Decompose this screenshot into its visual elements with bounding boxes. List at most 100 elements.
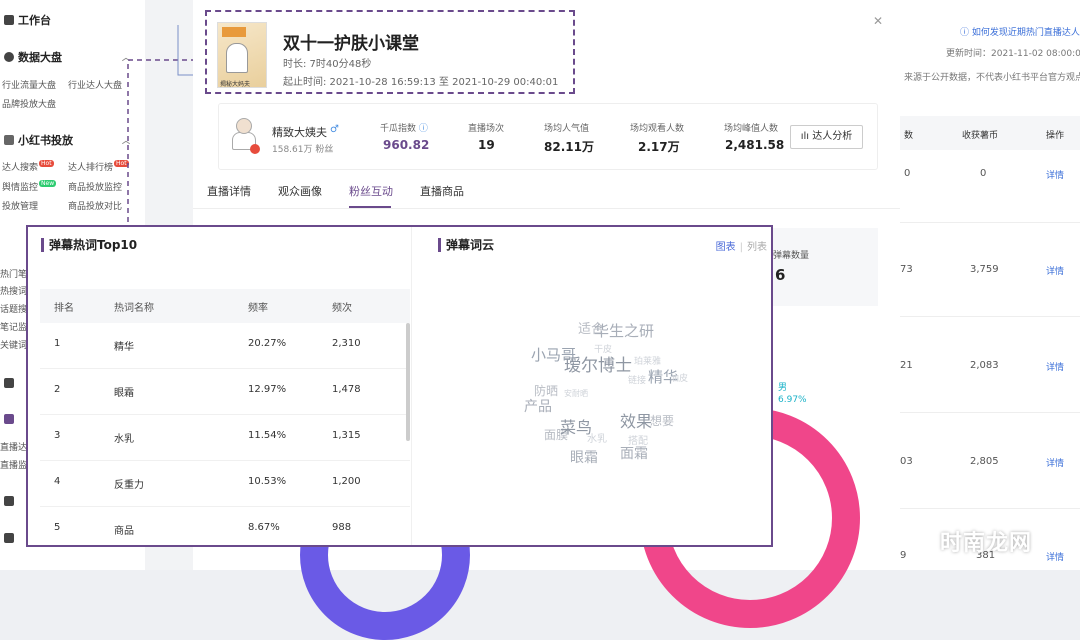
sidebar-item-topic-search[interactable]: 话题搜 (0, 302, 27, 315)
wordcloud-word: 干皮 (594, 345, 613, 355)
wordcloud-word: 链接 (628, 376, 647, 386)
cell-rank: 4 (54, 476, 61, 487)
table-row: 2 眼霜 12.97% 1,478 (40, 369, 410, 415)
verified-badge-icon (250, 144, 260, 154)
stat-label-peak: 场均峰值人数 (724, 124, 779, 134)
stat-value-viewers: 2.17万 (638, 140, 680, 154)
wordcloud-word: 华生之研 (594, 322, 655, 340)
col-word: 热词名称 (114, 303, 154, 314)
bar-chart-icon: ılı (800, 131, 813, 142)
stat-label-viewers: 场均观看人数 (630, 124, 685, 134)
stat-label-sessions: 直播场次 (468, 124, 505, 134)
update-time: 更新时间：2021-11-02 08:00:00 (946, 49, 1080, 59)
detail-link[interactable]: 详情 (1046, 360, 1064, 373)
cell-word: 商品 (114, 526, 134, 537)
cell-rate: 8.67% (248, 522, 280, 533)
ad-icon (4, 135, 14, 145)
row-count: 0 (904, 168, 911, 179)
divider (900, 222, 1080, 223)
avatar[interactable] (228, 118, 260, 154)
detail-link[interactable]: 详情 (1046, 550, 1064, 563)
sidebar-item-kol-rank[interactable]: 达人排行榜 Hot (68, 160, 129, 173)
cell-rate: 11.54% (248, 430, 287, 441)
danmu-top10-title: 弹幕热词Top10 (41, 238, 137, 252)
sidebar-data-market[interactable]: 数据大盘 ︿ (4, 49, 130, 65)
kol-analysis-button[interactable]: ılı 达人分析 (790, 125, 863, 149)
cell-count: 988 (332, 522, 352, 533)
sidebar-item-brand-ads[interactable]: 品牌投放大盘 (2, 97, 56, 110)
author-name[interactable]: 精致大姨夫 (272, 124, 327, 140)
row-count: 21 (900, 360, 913, 371)
sidebar-item-hot-notes[interactable]: 热门笔 (0, 267, 27, 280)
sidebar-item-product-compare[interactable]: 商品投放对比 (68, 199, 122, 212)
sidebar-workbench[interactable]: 工作台 (4, 12, 51, 28)
cell-rank: 1 (54, 338, 61, 349)
cell-word: 精华 (114, 342, 134, 353)
table-scrollbar[interactable] (406, 323, 410, 441)
table-row: 4 反重力 10.53% 1,200 (40, 461, 410, 507)
cell-word: 眼霜 (114, 388, 134, 399)
wordcloud-word: 珀莱雅 (634, 357, 662, 367)
col-count: 数 (904, 131, 914, 141)
wordcloud-word: 产品 (524, 399, 552, 415)
wordcloud-word: 安耐晒 (564, 389, 588, 398)
row-fav: 2,805 (970, 456, 999, 467)
tab-audience[interactable]: 观众画像 (278, 183, 322, 199)
wordcloud-word: 面霜 (620, 446, 648, 462)
sidebar-item-industry-traffic[interactable]: 行业流量大盘 (2, 78, 56, 91)
view-chart-toggle[interactable]: 图表 (716, 242, 736, 253)
table-row: 5 商品 8.67% 988 (40, 507, 410, 545)
cell-count: 1,315 (332, 430, 361, 441)
close-icon[interactable]: ✕ (873, 14, 883, 28)
author-fans: 158.61万 粉丝 (272, 145, 334, 155)
stat-value-peak: 2,481.58 (725, 138, 785, 152)
cell-count: 1,478 (332, 384, 361, 395)
divider (900, 508, 1080, 509)
live-icon (4, 414, 14, 424)
col-op: 操作 (1046, 131, 1065, 141)
sidebar-item-live-monitor[interactable]: 直播监 (0, 458, 27, 471)
sidebar-xhs-ads[interactable]: 小红书投放 ︿ (4, 132, 130, 148)
background-table-area (900, 0, 1080, 570)
danmu-count-value: 6 (775, 266, 786, 284)
cell-rank: 3 (54, 430, 61, 441)
wordcloud-word: 油皮 (670, 374, 689, 384)
danmu-top10-panel: 弹幕热词Top10 排名 热词名称 频率 频次 1 精华 20.27% 2,31… (28, 227, 411, 545)
cell-rate: 12.97% (248, 384, 287, 395)
table-row: 1 精华 20.27% 2,310 (40, 323, 410, 369)
sidebar-item-sentiment[interactable]: 舆情监控 New (2, 180, 57, 193)
detail-link[interactable]: 详情 (1046, 168, 1064, 181)
tab-fan-interaction[interactable]: 粉丝互动 (349, 183, 393, 199)
tab-live-detail[interactable]: 直播详情 (207, 183, 251, 199)
tab-live-products[interactable]: 直播商品 (420, 183, 464, 199)
data-disclaimer: 来源于公开数据，不代表小红书平台官方观点 (904, 73, 1080, 83)
hot-badge: Hot (39, 160, 54, 167)
cell-word: 反重力 (114, 480, 144, 491)
wordcloud-word: 水乳 (587, 434, 607, 445)
sidebar-item-keyword[interactable]: 关键词 (0, 338, 27, 351)
wordcloud-title: 弹幕词云 (438, 238, 494, 252)
row-count: 73 (900, 264, 913, 275)
wordcloud-word: 效果 (620, 412, 653, 431)
sidebar-item-note-monitor[interactable]: 笔记监 (0, 320, 27, 333)
view-switch: 图表 | 列表 (715, 242, 767, 253)
row-fav: 2,083 (970, 360, 999, 371)
sidebar-item-kol-search[interactable]: 达人搜索 Hot (2, 160, 54, 173)
wordcloud-word: 防晒 (534, 384, 559, 398)
sidebar-item-hot-search[interactable]: 热搜词 (0, 284, 27, 297)
danmu-wordcloud-panel: 弹幕词云 图表 | 列表 适合 华生之研 小马哥 干皮 珀莱雅 瑷尔博士 精华 油皮 防晒 链接 产品安… (411, 227, 771, 545)
row-count: 03 (900, 456, 913, 467)
sidebar-item-product-monitor[interactable]: 商品投放监控 (68, 180, 122, 193)
help-link[interactable]: ⓘ 如何发现近期热门直播达人 (960, 25, 1080, 38)
stat-value-popularity: 82.11万 (544, 140, 594, 154)
detail-link[interactable]: 详情 (1046, 264, 1064, 277)
new-badge: New (39, 180, 57, 187)
male-icon: ♂ (330, 124, 339, 135)
sidebar-item-live-kol[interactable]: 直播达 (0, 440, 27, 453)
danmu-count-label: 弹幕数量 (773, 251, 810, 261)
info-icon[interactable]: ⓘ (419, 124, 428, 134)
detail-link[interactable]: 详情 (1046, 456, 1064, 469)
view-list-toggle[interactable]: 列表 (747, 242, 767, 253)
sidebar-item-ad-manage[interactable]: 投放管理 (2, 199, 38, 212)
sidebar-item-industry-kol[interactable]: 行业达人大盘 (68, 78, 122, 91)
